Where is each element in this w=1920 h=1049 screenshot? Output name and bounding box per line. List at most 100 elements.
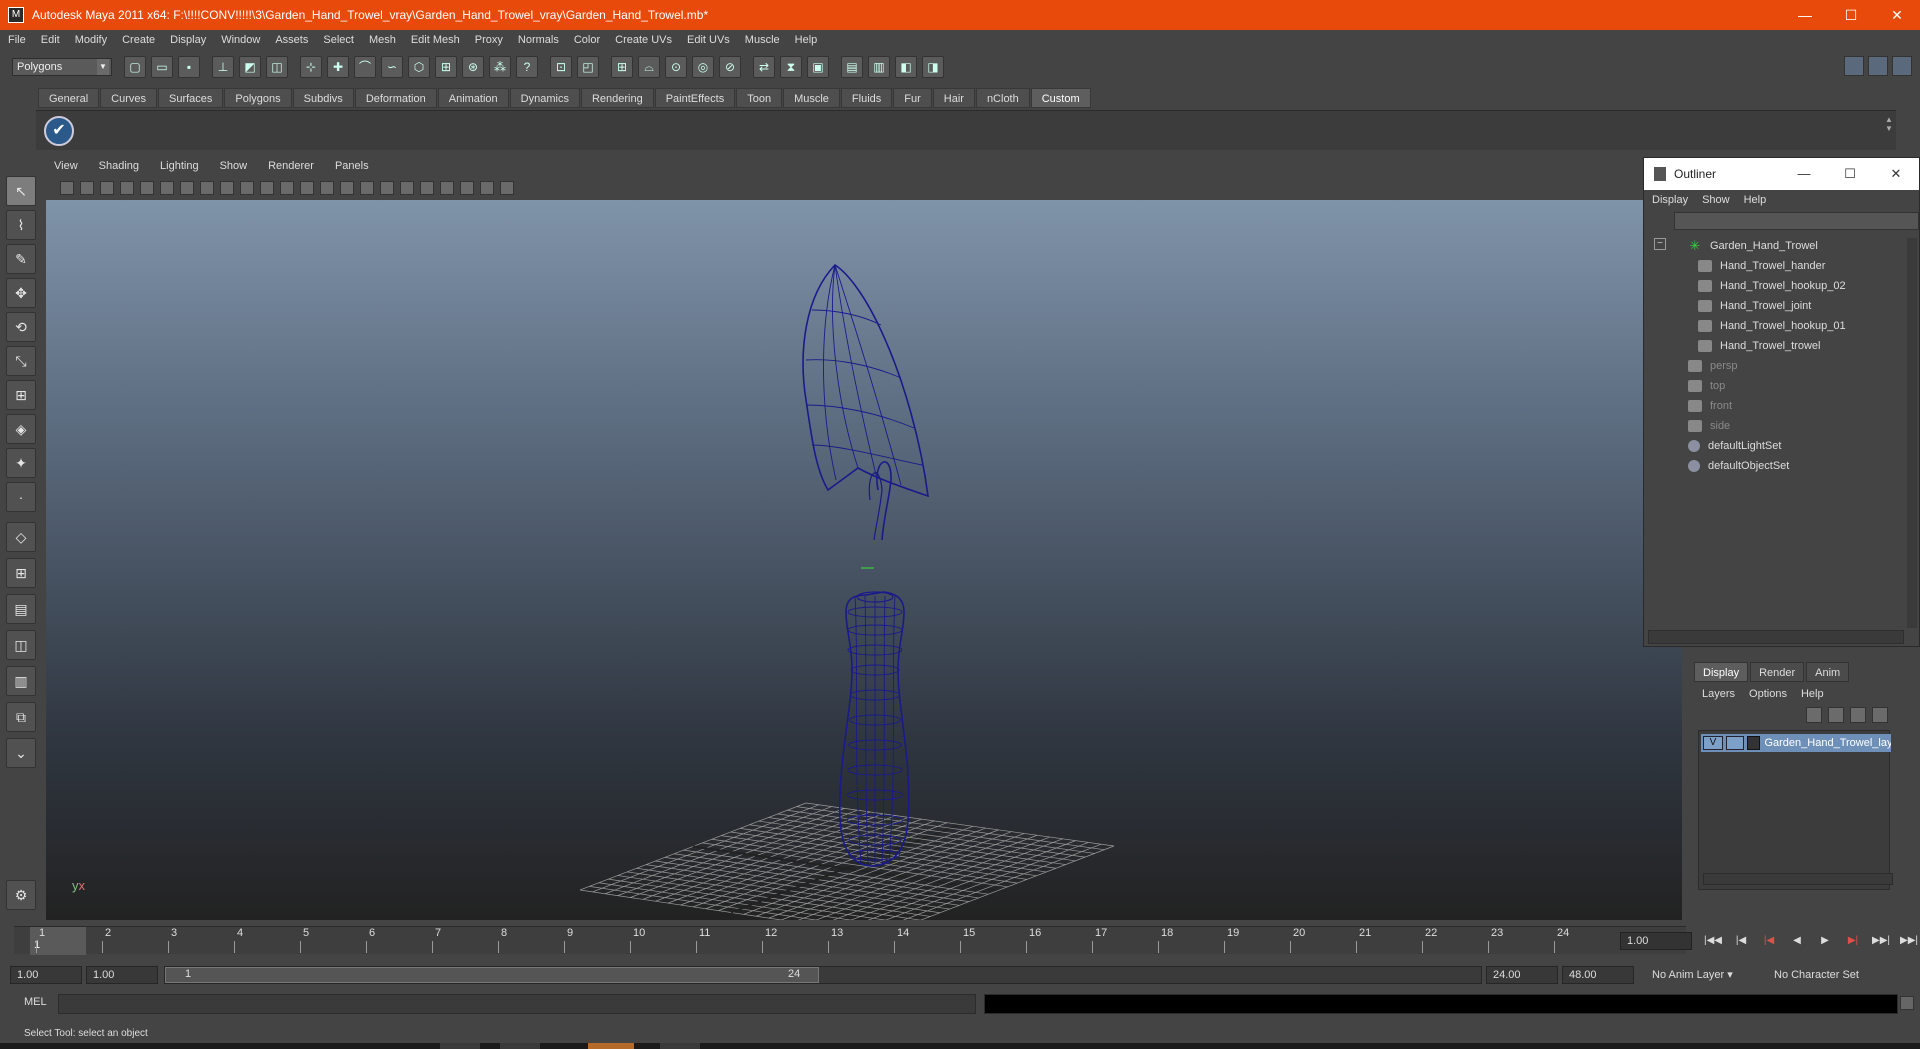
outliner-item[interactable]: Hand_Trowel_hookup_01 xyxy=(1698,316,1846,336)
range-slider-bar[interactable]: 1 24 xyxy=(164,966,1482,984)
step-forward-frame-icon[interactable]: ▶▶| xyxy=(1870,932,1892,950)
select-by-hierarchy-icon[interactable]: ⊥ xyxy=(212,56,234,78)
smooth-shade-icon[interactable] xyxy=(320,181,334,195)
layer-list-scrollbar[interactable] xyxy=(1703,873,1893,885)
safe-action-icon[interactable] xyxy=(260,181,274,195)
render-current-frame-icon[interactable]: ▣ xyxy=(807,56,829,78)
menu-display[interactable]: Display xyxy=(170,34,206,46)
xray-joints-icon[interactable] xyxy=(480,181,494,195)
step-back-key-icon[interactable]: |◀ xyxy=(1758,932,1780,950)
image-plane-icon[interactable] xyxy=(100,181,114,195)
menu-assets[interactable]: Assets xyxy=(275,34,308,46)
range-slider-handle[interactable] xyxy=(165,967,819,983)
checkmark-icon[interactable]: ✔ xyxy=(44,116,74,146)
layer-menu-help[interactable]: Help xyxy=(1801,688,1824,700)
panel-menu-show[interactable]: Show xyxy=(220,160,248,176)
animation-start-field[interactable]: 1.00 xyxy=(10,966,82,984)
soft-mod-tool-icon[interactable]: ◈ xyxy=(6,414,36,444)
script-editor-icon[interactable] xyxy=(1900,996,1914,1010)
wireframe-icon[interactable] xyxy=(300,181,314,195)
outliner-item[interactable]: top xyxy=(1688,376,1725,396)
snap-to-view-plane-icon[interactable]: ◎ xyxy=(692,56,714,78)
textured-icon[interactable] xyxy=(360,181,374,195)
move-tool-icon[interactable]: ✥ xyxy=(6,278,36,308)
outliner-item[interactable]: persp xyxy=(1688,356,1738,376)
select-by-component-icon[interactable]: ◫ xyxy=(266,56,288,78)
grid-toggle-icon[interactable] xyxy=(160,181,174,195)
shelf-tab-animation[interactable]: Animation xyxy=(437,88,509,108)
camera-attributes-icon[interactable] xyxy=(60,181,74,195)
animation-end-field[interactable]: 48.00 xyxy=(1562,966,1634,984)
select-render-icon[interactable]: ⊛ xyxy=(462,56,484,78)
play-backwards-icon[interactable]: ◀ xyxy=(1786,932,1808,950)
menu-help[interactable]: Help xyxy=(795,34,818,46)
select-curve-icon[interactable]: ⌒ xyxy=(354,56,376,78)
outliner-item[interactable]: ✳ Garden_Hand_Trowel xyxy=(1688,236,1818,256)
shelf-tab-deformation[interactable]: Deformation xyxy=(354,88,437,108)
layer-color-swatch[interactable] xyxy=(1746,736,1761,750)
channel-box-toggle-icon[interactable] xyxy=(1892,56,1912,76)
persp-graph-layout-icon[interactable]: ◫ xyxy=(6,630,36,660)
shelf-tab-ncloth[interactable]: nCloth xyxy=(975,88,1030,108)
step-forward-key-icon[interactable]: ▶| xyxy=(1842,932,1864,950)
resolution-gate-icon[interactable] xyxy=(200,181,214,195)
layer-menu-options[interactable]: Options xyxy=(1749,688,1787,700)
outliner-menu-show[interactable]: Show xyxy=(1702,194,1730,206)
select-dynamics-icon[interactable]: ⊞ xyxy=(435,56,457,78)
taskbar-item[interactable] xyxy=(440,1043,480,1049)
construction-history-icon[interactable]: ⧗ xyxy=(780,56,802,78)
maya-app-icon[interactable]: M xyxy=(8,7,24,23)
menu-edit-mesh[interactable]: Edit Mesh xyxy=(411,34,460,46)
shelf-tab-fur[interactable]: Fur xyxy=(893,88,932,108)
shelf-tab-rendering[interactable]: Rendering xyxy=(580,88,654,108)
lock-selection-icon[interactable]: ⊡ xyxy=(550,56,572,78)
select-by-object-icon[interactable]: ◩ xyxy=(239,56,261,78)
outliner-menu-display[interactable]: Display xyxy=(1652,194,1688,206)
help-icon[interactable]: ? xyxy=(516,56,538,78)
shelf-tab-polygons[interactable]: Polygons xyxy=(224,88,292,108)
shelf-tab-curves[interactable]: Curves xyxy=(100,88,157,108)
outliner-maximize-button[interactable]: ☐ xyxy=(1827,158,1873,190)
menu-edit[interactable]: Edit xyxy=(41,34,60,46)
outliner-item[interactable]: Hand_Trowel_hander xyxy=(1698,256,1825,276)
outliner-item[interactable]: front xyxy=(1688,396,1732,416)
outliner-minimize-button[interactable]: — xyxy=(1781,158,1827,190)
select-deformer-icon[interactable]: ⬡ xyxy=(408,56,430,78)
layout-options-icon[interactable]: ⌄ xyxy=(6,738,36,768)
high-quality-icon[interactable] xyxy=(420,181,434,195)
outliner-item[interactable]: Hand_Trowel_hookup_02 xyxy=(1698,276,1846,296)
move-layer-down-icon[interactable] xyxy=(1828,707,1844,723)
layer-display-type-toggle[interactable] xyxy=(1725,736,1744,750)
menu-normals[interactable]: Normals xyxy=(518,34,559,46)
shelf-tab-surfaces[interactable]: Surfaces xyxy=(157,88,224,108)
layer-tab-display[interactable]: Display xyxy=(1694,662,1749,682)
render-settings-icon[interactable]: ◧ xyxy=(895,56,917,78)
menu-create[interactable]: Create xyxy=(122,34,155,46)
outliner-item[interactable]: Hand_Trowel_trowel xyxy=(1698,336,1820,356)
select-tool-icon[interactable]: ↖ xyxy=(6,176,36,206)
outliner-vertical-scrollbar[interactable] xyxy=(1907,238,1917,628)
attribute-editor-toggle-icon[interactable] xyxy=(1844,56,1864,76)
snap-to-grid-icon[interactable]: ⊞ xyxy=(611,56,633,78)
menu-proxy[interactable]: Proxy xyxy=(475,34,503,46)
field-chart-icon[interactable] xyxy=(240,181,254,195)
character-set-dropdown[interactable]: No Character Set xyxy=(1774,966,1859,984)
panel-menu-view[interactable]: View xyxy=(54,160,78,176)
outliner-menu-help[interactable]: Help xyxy=(1744,194,1767,206)
four-view-layout-icon[interactable]: ⊞ xyxy=(6,558,36,588)
panel-menu-renderer[interactable]: Renderer xyxy=(268,160,314,176)
outliner-close-button[interactable]: ✕ xyxy=(1873,158,1919,190)
wireframe-on-shaded-icon[interactable] xyxy=(340,181,354,195)
new-scene-icon[interactable]: ▢ xyxy=(124,56,146,78)
menu-window[interactable]: Window xyxy=(221,34,260,46)
select-joint-icon[interactable]: ✚ xyxy=(327,56,349,78)
menu-set-dropdown[interactable]: Polygons ▼ xyxy=(12,58,112,76)
shelf-tab-custom[interactable]: Custom xyxy=(1030,88,1091,108)
shelf-tab-hair[interactable]: Hair xyxy=(932,88,975,108)
shelf-tab-dynamics[interactable]: Dynamics xyxy=(509,88,580,108)
shelf-tab-subdivs[interactable]: Subdivs xyxy=(292,88,354,108)
time-slider[interactable]: 1 1 2 3 4 5 6 7 8 9 10 11 12 13 14 15 16 17 18 19 20 21 22 23 2… xyxy=(14,926,1686,955)
menu-color[interactable]: Color xyxy=(574,34,600,46)
layer-visibility-toggle[interactable]: V xyxy=(1703,736,1723,750)
move-layer-up-icon[interactable] xyxy=(1806,707,1822,723)
